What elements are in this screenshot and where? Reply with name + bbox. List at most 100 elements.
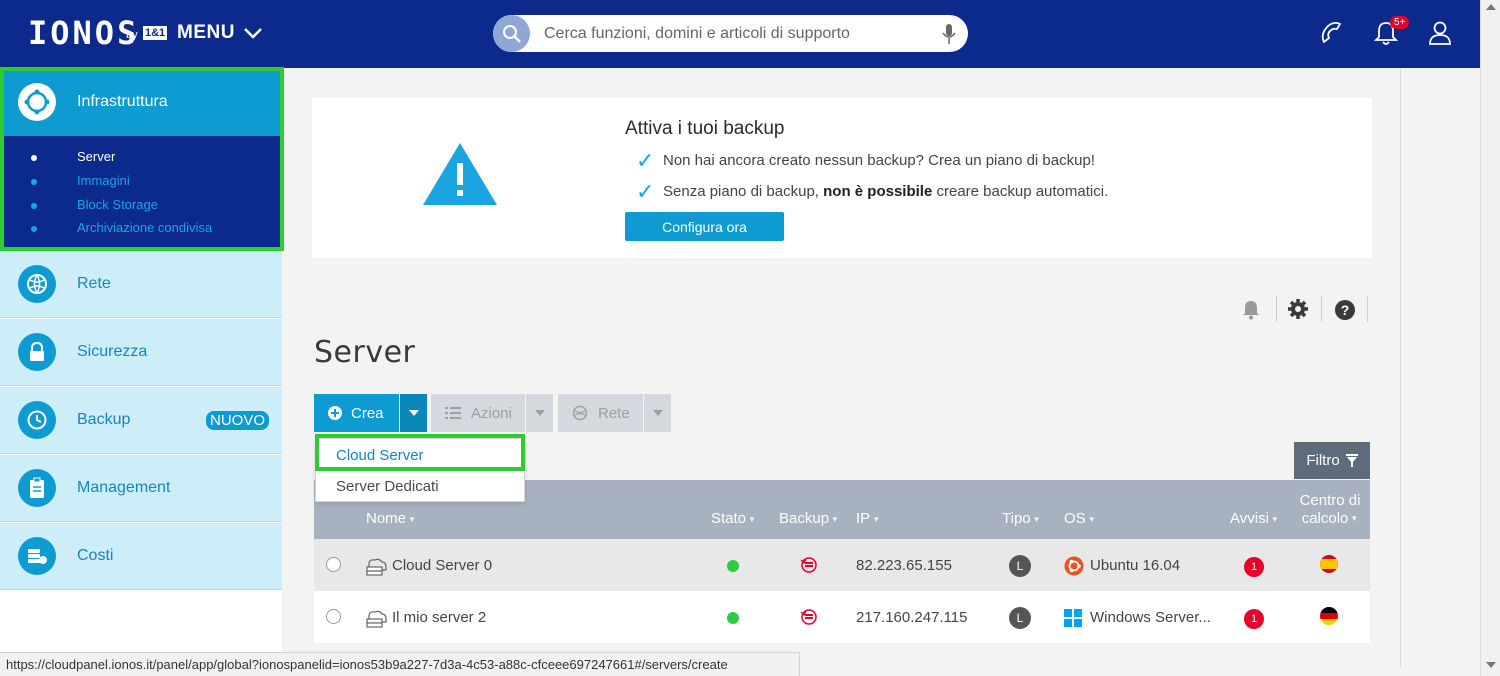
check-icon: ✓ — [636, 148, 655, 173]
server-os: Ubuntu 16.04 — [1090, 557, 1181, 574]
azioni-button[interactable]: Azioni — [431, 394, 525, 432]
list-icon — [445, 407, 461, 419]
column-header-avvisi[interactable]: Avvisi ▼ — [1230, 510, 1279, 527]
main-right-divider — [1400, 68, 1401, 668]
server-type-badge: L — [1009, 607, 1031, 629]
crea-dropdown-menu: Cloud Server Server Dedicati — [315, 438, 525, 502]
top-bar: IONOS by 1&1 MENU 5+ — [0, 0, 1480, 68]
subnav-dot — [31, 226, 37, 232]
search-icon[interactable] — [493, 15, 530, 52]
server-ip: 217.160.247.115 — [856, 609, 968, 626]
status-online-dot — [727, 612, 739, 624]
column-header-tipo[interactable]: Tipo ▼ — [1002, 510, 1041, 527]
network-icon — [572, 405, 588, 421]
backup-status-icon[interactable] — [800, 556, 818, 574]
configure-now-button[interactable]: Configura ora — [625, 212, 784, 241]
sidebar-item-label: Sicurezza — [77, 343, 148, 360]
page-title: Server — [314, 335, 416, 370]
subnav-item-archiviazione[interactable]: Archiviazione condivisa — [77, 220, 212, 235]
rete-label: Rete — [598, 404, 630, 422]
tool-separator — [1367, 296, 1368, 322]
sidebar-item-label: Management — [77, 479, 171, 496]
column-header-nome[interactable]: Nome ▼ — [366, 510, 416, 527]
column-header-os[interactable]: OS ▼ — [1064, 510, 1096, 527]
dropdown-item-cloud-server[interactable]: Cloud Server — [336, 447, 424, 464]
alert-count-badge[interactable]: 1 — [1244, 609, 1264, 629]
subnav-item-block-storage[interactable]: Block Storage — [77, 197, 158, 212]
subnav: Server Immagini Block Storage Archiviazi… — [0, 136, 282, 251]
azioni-label: Azioni — [471, 404, 512, 422]
caret-down-icon — [408, 410, 419, 416]
subnav-item-server[interactable]: Server — [77, 149, 115, 164]
server-ip: 82.223.65.155 — [856, 557, 952, 574]
sidebar-item-costi[interactable]: Costi — [0, 523, 282, 590]
alert-line-1: Non hai ancora creato nessun backup? Cre… — [663, 152, 1095, 169]
phone-icon[interactable] — [1318, 20, 1344, 46]
clipboard-icon — [18, 469, 56, 507]
logo-by: by — [126, 29, 138, 41]
sidebar-item-label: Backup — [77, 411, 131, 428]
sidebar-item-infrastruttura[interactable]: Infrastruttura — [0, 68, 282, 136]
scroll-down-arrow-icon[interactable] — [1486, 662, 1496, 668]
bell-icon[interactable] — [1242, 300, 1260, 320]
sidebar-item-sicurezza[interactable]: Sicurezza — [0, 319, 282, 386]
svg-text:?: ? — [1341, 302, 1350, 318]
alert-title: Attiva i tuoi backup — [625, 118, 785, 139]
sidebar-item-rete[interactable]: Rete — [0, 251, 282, 318]
help-icon[interactable]: ? — [1334, 299, 1356, 321]
user-icon[interactable] — [1428, 20, 1452, 46]
network-globe-icon — [18, 265, 56, 303]
menu-button[interactable]: MENU — [177, 22, 263, 44]
sidebar-item-management[interactable]: Management — [0, 455, 282, 522]
ionos-logo[interactable]: IONOS — [28, 14, 139, 52]
alert-line-2: Senza piano di backup, non è possibile c… — [663, 183, 1109, 200]
sidebar: Infrastruttura Server Immagini Block Sto… — [0, 68, 282, 658]
server-name[interactable]: Cloud Server 0 — [392, 557, 492, 574]
subnav-dot — [31, 203, 37, 209]
gear-icon[interactable] — [1287, 298, 1309, 320]
column-header-stato[interactable]: Stato ▼ — [711, 510, 756, 527]
coins-icon — [18, 537, 56, 575]
crea-label: Crea — [351, 404, 384, 422]
subnav-item-immagini[interactable]: Immagini — [77, 173, 130, 188]
crea-dropdown-toggle[interactable] — [400, 394, 427, 432]
plus-circle-icon — [328, 406, 342, 420]
search-input[interactable] — [544, 24, 942, 43]
browser-status-bar: https://cloudpanel.ionos.it/panel/app/gl… — [0, 652, 800, 676]
sidebar-item-label: Rete — [77, 275, 111, 292]
scroll-up-arrow-icon[interactable] — [1486, 4, 1496, 10]
sidebar-item-label: Costi — [77, 547, 114, 564]
rete-dropdown-toggle[interactable] — [644, 394, 671, 432]
caret-down-icon — [652, 410, 663, 416]
dropdown-item-server-dedicati[interactable]: Server Dedicati — [336, 478, 439, 495]
windows-icon — [1064, 609, 1082, 627]
backup-clock-icon — [18, 401, 56, 439]
backup-status-icon[interactable] — [800, 608, 818, 626]
spain-flag-icon — [1320, 555, 1338, 573]
microphone-icon[interactable] — [942, 23, 956, 45]
search-bar — [493, 15, 968, 52]
tool-separator — [1276, 296, 1277, 322]
crea-button[interactable]: Crea — [314, 394, 399, 432]
azioni-dropdown-toggle[interactable] — [526, 394, 553, 432]
row-select-radio[interactable] — [326, 557, 341, 572]
rete-button[interactable]: Rete — [558, 394, 643, 432]
new-badge: NUOVO — [206, 410, 270, 430]
row-select-radio[interactable] — [326, 609, 341, 624]
infrastructure-icon — [18, 83, 56, 121]
sidebar-item-backup[interactable]: Backup NUOVO — [0, 387, 282, 454]
column-header-ip[interactable]: IP ▼ — [856, 510, 880, 527]
subnav-dot — [31, 155, 37, 161]
sidebar-item-label: Infrastruttura — [77, 93, 168, 110]
funnel-icon — [1345, 454, 1358, 467]
column-header-backup[interactable]: Backup ▼ — [779, 510, 839, 527]
server-name[interactable]: Il mio server 2 — [392, 609, 486, 626]
filter-button[interactable]: Filtro — [1294, 442, 1370, 479]
notification-badge: 5+ — [1390, 16, 1410, 29]
vertical-scrollbar[interactable] — [1480, 0, 1500, 676]
filter-label: Filtro — [1306, 452, 1340, 469]
warning-triangle-icon — [423, 143, 497, 205]
server-os: Windows Server... — [1090, 609, 1211, 626]
alert-count-badge[interactable]: 1 — [1244, 557, 1264, 577]
column-header-datacenter[interactable]: Centro di calcolo ▼ — [1297, 492, 1363, 528]
